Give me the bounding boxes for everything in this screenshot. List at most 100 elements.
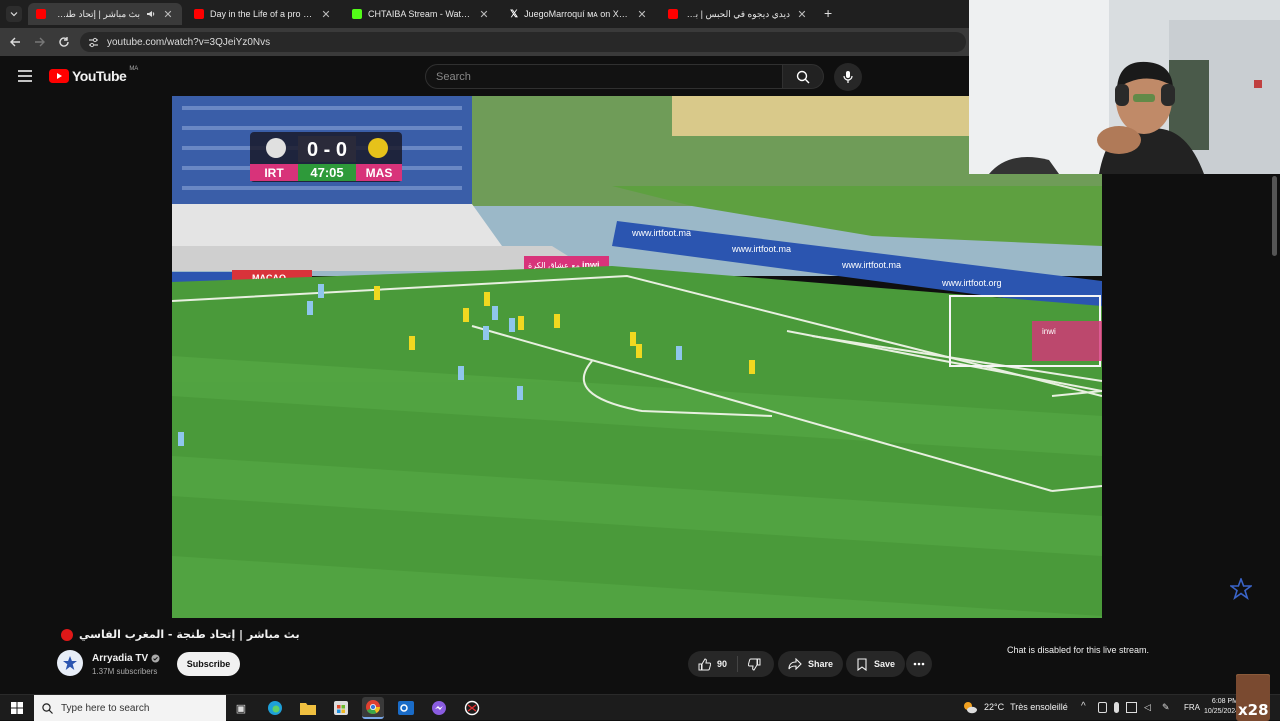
home-team-code: IRT <box>264 166 284 180</box>
video-details: بث مباشر | إتحاد طنجة - المغرب الفاسي Ar… <box>0 618 1280 694</box>
search-icon <box>796 70 810 83</box>
tab-search-button[interactable] <box>6 6 22 22</box>
like-button[interactable]: 90 <box>688 656 739 672</box>
sun-cloud-icon <box>964 702 977 714</box>
dislike-button[interactable] <box>738 658 771 671</box>
edge-browser-icon[interactable] <box>266 699 284 717</box>
youtube-logo[interactable]: YouTube MA <box>49 66 139 84</box>
ad-board-text: www.irtfoot.ma <box>841 260 901 270</box>
match-frame: www.irtfoot.ma www.irtfoot.ma www.irtfoo… <box>172 96 1102 618</box>
more-actions-button[interactable] <box>906 651 932 677</box>
forward-arrow-icon[interactable] <box>34 36 46 48</box>
video-title: بث مباشر | إتحاد طنجة - المغرب الفاسي <box>79 628 300 641</box>
taskbar-search-box[interactable]: Type here to search <box>34 695 226 721</box>
messenger-app-icon[interactable] <box>430 699 448 717</box>
browser-tab[interactable]: ديدي ديجوه في الحبس | بنت كابر ✕ <box>660 3 816 25</box>
subscribe-button[interactable]: Subscribe <box>177 652 240 676</box>
pen-icon[interactable]: ✎ <box>1162 702 1173 713</box>
chat-disabled-message: Chat is disabled for this live stream. <box>1007 645 1150 655</box>
search-placeholder: Search <box>436 70 471 83</box>
url-text: youtube.com/watch?v=3QJeiYz0Nvs <box>107 36 271 48</box>
tab-title: بث مباشر | إتحاد طنجة - <box>52 8 140 19</box>
youtube-play-icon <box>49 69 69 83</box>
search-icon <box>42 702 53 714</box>
search-input[interactable]: Search <box>425 64 783 89</box>
video-player[interactable]: www.irtfoot.ma www.irtfoot.ma www.irtfoo… <box>172 96 1102 618</box>
usb-icon[interactable] <box>1098 702 1107 713</box>
new-tab-button[interactable]: + <box>824 5 832 21</box>
task-view-icon[interactable]: ▣ <box>232 699 250 717</box>
subscribe-label: Subscribe <box>186 659 231 669</box>
tray-chevron-up-icon[interactable]: ^ <box>1081 701 1086 712</box>
windows-taskbar: Type here to search ▣ 22°C Très ensoleil… <box>0 675 1280 721</box>
clock-time: 6:08 PM <box>1211 698 1238 705</box>
share-arrow-icon <box>788 658 802 670</box>
back-arrow-icon[interactable] <box>9 36 21 48</box>
channel-star-icon <box>63 656 77 670</box>
microphone-tray-icon[interactable] <box>1114 702 1119 713</box>
channel-name[interactable]: Arryadia TV <box>92 653 148 664</box>
like-count: 90 <box>717 659 728 669</box>
subscriber-count: 1.37M subscribers <box>92 667 158 676</box>
channel-avatar[interactable] <box>57 650 83 676</box>
verified-badge-icon <box>151 654 160 663</box>
volume-icon[interactable]: ◁ <box>1144 702 1155 713</box>
windows-start-icon[interactable] <box>11 702 23 714</box>
browser-tab[interactable]: 𝕏 JuegoMarroquí ᴍᴀ on X: "Azzed ✕ <box>502 3 656 25</box>
close-tab-icon[interactable]: ✕ <box>478 8 490 21</box>
match-clock: 47:05 <box>310 165 343 180</box>
live-indicator-icon <box>61 629 73 641</box>
weather-widget[interactable]: 22°C Très ensoleillé <box>962 700 1068 714</box>
close-tab-icon[interactable]: ✕ <box>162 8 174 21</box>
address-bar[interactable]: youtube.com/watch?v=3QJeiYz0Nvs <box>80 32 966 52</box>
close-tab-icon[interactable]: ✕ <box>796 8 808 21</box>
kick-favicon-icon <box>352 9 362 19</box>
thumbs-down-icon <box>748 658 761 671</box>
browser-tab[interactable]: بث مباشر | إتحاد طنجة - ✕ <box>28 3 182 25</box>
x-logo-icon: 𝕏 <box>510 8 519 20</box>
chrome-browser-icon[interactable] <box>362 697 384 719</box>
network-icon[interactable] <box>1126 702 1137 713</box>
outlook-icon[interactable] <box>397 699 415 717</box>
site-info-icon[interactable] <box>88 37 99 48</box>
away-team-code: MAS <box>366 166 393 180</box>
ad-board-text: inwi <box>1042 327 1056 336</box>
share-button[interactable]: Share <box>778 651 844 677</box>
tab-title: JuegoMarroquí ᴍᴀ on X: "Azzed <box>524 9 630 19</box>
webcam-overlay <box>969 0 1280 174</box>
file-explorer-icon[interactable] <box>299 699 317 717</box>
voice-search-button[interactable] <box>834 63 862 91</box>
input-language[interactable]: FRA <box>1184 703 1200 712</box>
tab-title: Day in the Life of a pro football <box>210 9 314 19</box>
app-icon[interactable] <box>463 699 481 717</box>
thumbs-up-icon <box>698 657 711 670</box>
region-code: MA <box>129 66 139 72</box>
ad-board-text: www.irtfoot.ma <box>731 244 791 254</box>
audio-playing-icon[interactable] <box>146 9 156 19</box>
taskbar-search-placeholder: Type here to search <box>61 702 150 714</box>
star-watermark-icon <box>1230 578 1252 600</box>
close-tab-icon[interactable]: ✕ <box>320 8 332 21</box>
close-tab-icon[interactable]: ✕ <box>636 8 648 21</box>
ad-board-text: www.irtfoot.org <box>941 278 1002 288</box>
scrollbar[interactable] <box>1272 176 1277 256</box>
search-button[interactable] <box>782 64 824 89</box>
browser-tab[interactable]: Day in the Life of a pro football ✕ <box>186 3 340 25</box>
clock-date: 10/25/2024 <box>1204 708 1238 715</box>
browser-tab[interactable]: CHTAIBA Stream - Watch Live o ✕ <box>344 3 498 25</box>
tab-title: ديدي ديجوه في الحبس | بنت كابر <box>684 8 790 19</box>
ad-board-text: www.irtfoot.ma <box>631 228 691 238</box>
weather-temperature: 22°C <box>984 702 1005 712</box>
save-button[interactable]: Save <box>846 651 906 677</box>
chevron-down-icon <box>10 12 18 17</box>
microsoft-store-icon[interactable] <box>332 699 350 717</box>
reload-icon[interactable] <box>58 36 70 48</box>
youtube-favicon-icon <box>194 9 204 19</box>
clock[interactable]: 6:08 PM 10/25/2024 <box>1204 697 1238 717</box>
youtube-favicon-icon <box>36 9 46 19</box>
hamburger-menu-icon[interactable] <box>18 70 32 82</box>
overlay-badge-text: x28 <box>1238 701 1269 719</box>
youtube-favicon-icon <box>668 9 678 19</box>
overlay-badge: x28 <box>1236 675 1270 721</box>
match-score: 0 - 0 <box>307 139 347 161</box>
